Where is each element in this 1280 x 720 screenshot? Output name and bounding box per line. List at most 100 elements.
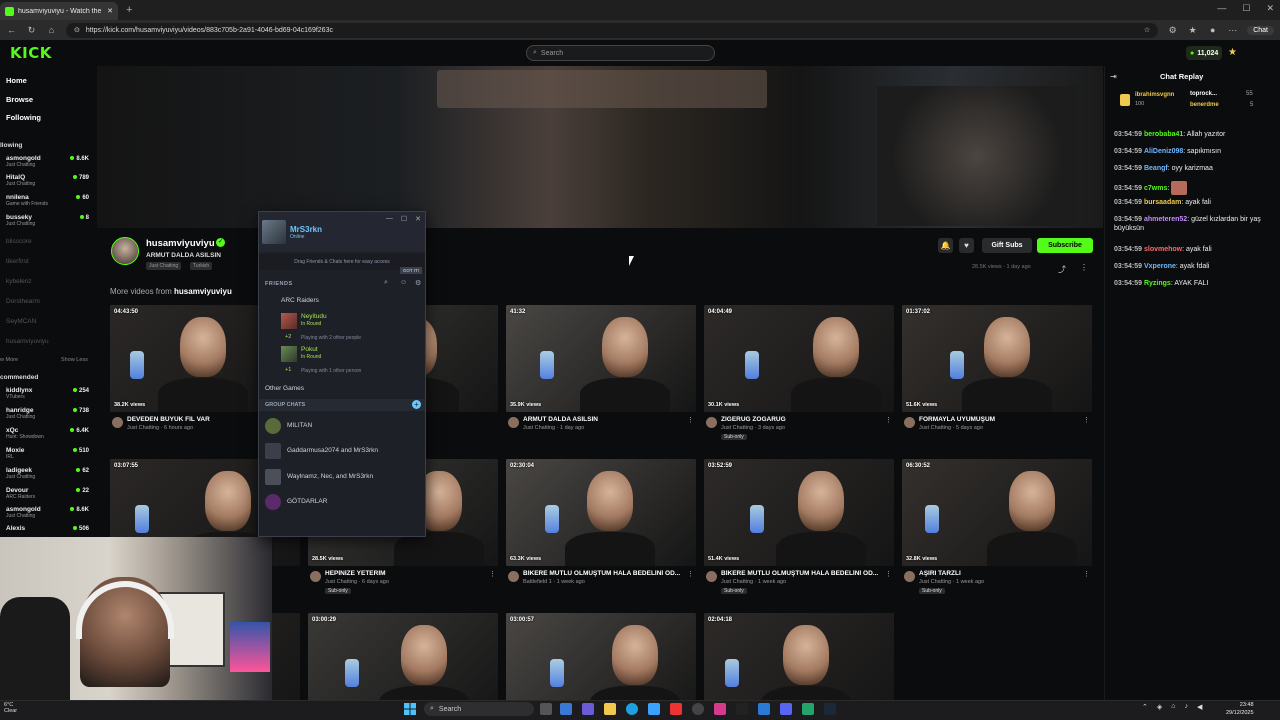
sidebar-offline-channel[interactable]: tikerfirst xyxy=(6,258,94,274)
add-friend-icon[interactable]: ☺ xyxy=(400,279,407,286)
video-channel-avatar[interactable] xyxy=(904,571,915,582)
chat-username[interactable]: Ryzings xyxy=(1144,280,1171,287)
video-title[interactable]: HEPİNİZE YETERİM xyxy=(325,570,485,577)
video-options-icon[interactable]: ⋮ xyxy=(687,416,694,424)
video-channel-avatar[interactable] xyxy=(112,417,123,428)
app-icon[interactable] xyxy=(582,703,594,715)
video-card[interactable]: 03:52:59 51.4K views BİKERE MUTLU OLMUŞTUM… xyxy=(704,459,894,599)
app-tray-icon[interactable]: ◈ xyxy=(1157,703,1162,711)
sidebar-channel[interactable]: busseky Just Chatting 8 xyxy=(6,214,94,230)
sidebar-home[interactable]: Home xyxy=(6,76,27,85)
app-icon[interactable] xyxy=(692,703,704,715)
sidebar-channel[interactable]: Moxie IRL 510 xyxy=(6,447,94,463)
video-card[interactable]: 01:37:02 51.6K views FORMAYLA UYUMUŞUM Just… xyxy=(902,305,1092,445)
app-icon[interactable] xyxy=(758,703,770,715)
minimize-icon[interactable]: — xyxy=(1217,3,1226,14)
language-tag[interactable]: Turkish xyxy=(190,262,213,270)
url-field[interactable]: ⊙ https://kick.com/husamviyuviyu/videos/… xyxy=(66,22,1159,38)
gift-subs-button[interactable]: Gift Subs xyxy=(982,238,1032,253)
share-icon[interactable]: ⤴ xyxy=(1058,264,1066,275)
group-chat-item[interactable]: Gaddarmusa2074 and MrS3rkn xyxy=(265,443,423,461)
friend-entry[interactable]: Neyitudu In Round xyxy=(281,312,421,330)
video-options-icon[interactable]: ⋮ xyxy=(1083,416,1090,424)
video-title[interactable]: ZIGERUG ZOGARUG xyxy=(721,416,881,423)
microphone-icon[interactable]: ♪ xyxy=(1185,703,1189,711)
video-thumbnail[interactable]: 03:52:59 51.4K views xyxy=(704,459,894,566)
more-menu-icon[interactable]: ⋯ xyxy=(1227,25,1238,36)
video-card[interactable]: 02:30:04 63.3K views BİKERE MUTLU OLMUŞTUM… xyxy=(506,459,696,599)
chat-username[interactable]: AliDeniz098 xyxy=(1144,148,1183,155)
search-input[interactable]: ⌕ Search xyxy=(526,45,715,61)
video-channel-avatar[interactable] xyxy=(508,417,519,428)
friend-group-name[interactable]: ARC Raiders xyxy=(281,297,319,304)
add-group-chat-icon[interactable]: + xyxy=(412,400,421,409)
video-card[interactable]: 04:04:49 30.1K views ZIGERUG ZOGARUG Just C… xyxy=(704,305,894,445)
video-channel-avatar[interactable] xyxy=(508,571,519,582)
chat-username[interactable]: c7wms xyxy=(1144,185,1167,192)
steam-avatar[interactable] xyxy=(262,220,286,244)
chat-username[interactable]: Vxperone xyxy=(1144,263,1176,270)
video-title[interactable]: ARMUT DALDA ASILSIN xyxy=(523,416,683,423)
sidebar-offline-channel[interactable]: SeyMCAN xyxy=(6,318,94,334)
chat-username[interactable]: slovmehow xyxy=(1144,246,1182,253)
extensions-icon[interactable]: ⚙ xyxy=(1167,25,1178,36)
close-window-icon[interactable]: ✕ xyxy=(1266,3,1274,14)
kick-logo[interactable]: KICK xyxy=(10,44,52,62)
sidebar-offline-channel[interactable]: kybelenz xyxy=(6,278,94,294)
group-chat-item[interactable]: MILITAN xyxy=(265,418,423,436)
edge-browser-icon[interactable] xyxy=(626,703,638,715)
browser-tab[interactable]: husamviyuviyu - Watch the VOD o... ✕ xyxy=(0,2,118,20)
sidebar-channel[interactable]: ladigeek Just Chatting 62 xyxy=(6,467,94,483)
settings-gear-icon[interactable]: ⚙ xyxy=(415,279,421,287)
sidebar-offline-channel[interactable]: Dorsthearm xyxy=(6,298,94,314)
group-chats-header[interactable]: GROUP CHATS + xyxy=(259,399,425,411)
subscribe-button[interactable]: Subscribe xyxy=(1037,238,1093,253)
video-channel-avatar[interactable] xyxy=(706,417,717,428)
video-channel-avatar[interactable] xyxy=(904,417,915,428)
steam-icon[interactable] xyxy=(824,703,836,715)
new-tab-icon[interactable]: + xyxy=(126,4,132,16)
group-chat-item[interactable]: Waylnamz, Nec, and MrS3rkn xyxy=(265,469,423,487)
sidebar-offline-channel[interactable]: blisscore xyxy=(6,238,94,254)
bookmark-star-icon[interactable]: ☆ xyxy=(1144,26,1150,34)
video-card[interactable]: 41:32 35.9K views ARMUT DALDA ASILSIN Just … xyxy=(506,305,696,445)
video-options-icon[interactable]: ⋮ xyxy=(1083,570,1090,578)
video-channel-avatar[interactable] xyxy=(310,571,321,582)
chat-username[interactable]: Beangf xyxy=(1144,165,1168,172)
video-thumbnail[interactable]: 41:32 35.9K views xyxy=(506,305,696,412)
back-icon[interactable]: ← xyxy=(6,25,17,35)
kicks-balance[interactable]: ● 11,024 xyxy=(1186,46,1223,60)
collapse-chat-icon[interactable]: ⇥ xyxy=(1110,72,1117,81)
chat-username[interactable]: berobaba41 xyxy=(1144,131,1183,138)
notification-bell-icon[interactable]: 🔔 xyxy=(938,238,953,253)
video-card[interactable]: 06:30:52 32.8K views AŞIRI TARZLI Just Chat… xyxy=(902,459,1092,599)
file-explorer-icon[interactable] xyxy=(604,703,616,715)
search-icon[interactable]: ⌕ xyxy=(384,279,388,287)
video-thumbnail[interactable]: 06:30:52 32.8K views xyxy=(902,459,1092,566)
sidebar-channel[interactable]: asmongold Just Chatting 8.6K xyxy=(6,155,94,171)
maximize-icon[interactable]: ☐ xyxy=(1242,3,1250,14)
more-options-icon[interactable]: ⋮ xyxy=(1080,263,1088,272)
weather-widget[interactable]: 6°C Clear xyxy=(4,702,17,714)
task-view-icon[interactable] xyxy=(540,703,552,715)
copilot-chat-button[interactable]: Chat xyxy=(1247,25,1274,35)
show-less-link[interactable]: Show Less xyxy=(61,357,88,363)
sidebar-channel[interactable]: asmongold Just Chatting 8.6K xyxy=(6,506,94,522)
sidebar-channel[interactable]: Devour ARC Raiders 22 xyxy=(6,487,94,503)
video-thumbnail[interactable]: 02:30:04 63.3K views xyxy=(506,459,696,566)
home-icon[interactable]: ⌂ xyxy=(46,25,57,35)
show-more-link[interactable]: w More xyxy=(0,357,18,363)
sidebar-browse[interactable]: Browse xyxy=(6,95,33,104)
sidebar-following[interactable]: Following xyxy=(6,113,41,122)
site-info-icon[interactable]: ⊙ xyxy=(74,26,80,34)
tiktok-icon[interactable] xyxy=(736,703,748,715)
sidebar-offline-channel[interactable]: husamviyuviyu xyxy=(6,338,94,354)
maximize-icon[interactable]: ☐ xyxy=(401,215,407,223)
discord-icon[interactable] xyxy=(780,703,792,715)
close-icon[interactable]: ✕ xyxy=(415,215,421,223)
video-title[interactable]: BİKERE MUTLU OLMUŞTUM HALA BEDELİNİ ÖD..… xyxy=(523,570,683,577)
video-title[interactable]: BİKERE MUTLU OLMUŞTUM HALA BEDELİNİ ÖD..… xyxy=(721,570,881,577)
taskbar-clock[interactable]: 23:48 29/12/2025 xyxy=(1226,701,1254,717)
group-chat-item[interactable]: GÖTDARLAR xyxy=(265,494,423,512)
refresh-icon[interactable]: ↻ xyxy=(26,25,37,36)
